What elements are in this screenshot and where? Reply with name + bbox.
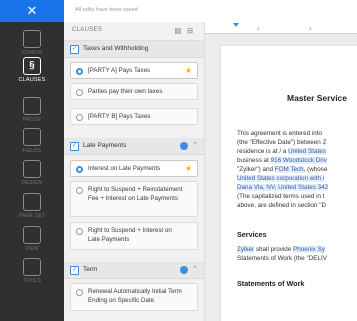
rail-item-label: CLAUSES [18,77,46,83]
gear-icon [23,30,41,48]
design-icon [23,160,41,178]
rail-item-label: VIEW [25,246,39,252]
panel-header: CLAUSES ▤ ⊟ [64,22,204,41]
panel-title: CLAUSES [72,27,103,33]
clause-option[interactable]: Interest on Late Payments ★ [70,160,198,177]
close-button[interactable]: ✕ [0,0,64,22]
rail-item-label: CONFIG [21,50,43,56]
doc-line: (The capitalized terms used in t [237,193,325,200]
save-status: All edits have been saved [75,7,138,13]
rail-item-label: TOOLS [23,278,41,284]
radio-button[interactable] [76,187,83,194]
ruler-tick: 1 [257,26,260,31]
section-checkbox[interactable]: ✓ [70,266,79,275]
section-name: Late Payments [83,142,127,149]
radio-button[interactable] [76,228,83,235]
clause-option[interactable]: [PARTY B] Pays Taxes [70,108,198,125]
clause-option[interactable]: Right to Suspend + Interest on Late Paym… [70,222,198,250]
clause-option[interactable]: Renewal Automatically Initial Term Endin… [70,283,198,311]
info-icon[interactable] [180,142,188,150]
rail-item-label: FIELDS [22,148,42,154]
chevron-up-icon[interactable]: ⌃ [192,265,198,273]
document-title: Master Service [287,93,348,103]
clause-option[interactable]: Right to Suspend + Reinstatement Fee + I… [70,181,198,217]
page-settings-icon [23,193,41,211]
clause-option-label: Interest on Late Payments [88,165,161,172]
section-checkbox[interactable]: ✓ [70,142,79,151]
chevron-up-icon[interactable]: ⌃ [192,141,198,149]
doc-line: business at 916 Woodstock Driv [237,157,327,164]
radio-button[interactable] [76,289,83,296]
left-nav-rail: ✕ CONFIG § CLAUSES PROSE FIELDS DESIGN P… [0,0,64,321]
section-late-payments[interactable]: ✓ Late Payments ⌃ [64,138,204,155]
star-icon[interactable]: ★ [185,66,192,75]
indent-marker[interactable] [233,23,239,27]
rail-item-label: PAGE SET [18,213,46,219]
radio-button[interactable] [76,89,83,96]
section-term[interactable]: ✓ Term ⌃ [64,262,204,279]
radio-button[interactable] [76,68,83,75]
clauses-panel: CLAUSES ▤ ⊟ ✓ Taxes and Withholding [PAR… [64,22,205,321]
doc-line: (the "Effective Date") between Z [237,139,327,146]
star-icon[interactable]: ★ [185,164,192,173]
prose-icon [23,97,41,115]
panel-tools-icons[interactable]: ▤ ⊟ [175,27,195,35]
section-name: Term [83,266,98,273]
ruler-tick: 2 [309,26,312,31]
rail-item-design[interactable]: DESIGN [0,160,64,186]
doc-line: "Zylker") and FOM Tech, (whose [237,166,328,173]
rail-item-label: PROSE [22,117,42,123]
clause-option-label: [PARTY B] Pays Taxes [88,113,151,120]
rail-item-label: DESIGN [21,180,43,186]
clause-option-label: Renewal Automatically Initial Term Endin… [88,288,182,304]
clauses-icon: § [23,57,41,75]
clause-option-label: Right to Suspend + Reinstatement Fee + I… [88,186,183,202]
section-checkbox[interactable]: ✓ [70,45,79,54]
clause-option-label: Right to Suspend + Interest on Late Paym… [88,227,172,243]
radio-button[interactable] [76,114,83,121]
section-heading: Services [237,230,267,239]
rail-item-fields[interactable]: FIELDS [0,128,64,154]
rail-item-clauses[interactable]: § CLAUSES [0,57,64,83]
clause-option[interactable]: [PARTY A] Pays Taxes ★ [70,62,198,79]
rail-item-prose[interactable]: PROSE [0,97,64,123]
rail-item-page-settings[interactable]: PAGE SET [0,193,64,219]
doc-line: United States corporation with i [237,175,325,182]
doc-line: residence is at / a United States [237,148,326,155]
tools-icon [23,258,41,276]
section-name: Taxes and Withholding [83,45,149,52]
radio-button[interactable] [76,166,83,173]
info-icon[interactable] [180,266,188,274]
doc-line: This agreement is entered into [237,130,323,137]
rail-item-config[interactable]: CONFIG [0,30,64,56]
rail-item-tools[interactable]: TOOLS [0,258,64,284]
section-heading: Statements of Work [237,279,305,288]
eye-icon [23,226,41,244]
doc-line: Statements of Work (the "DELIV [237,255,327,262]
ruler[interactable]: 1 2 [205,22,357,34]
doc-line: Zylker shall provide Phoenix Sy [237,246,325,253]
clause-option[interactable]: Parties pay their own taxes [70,83,198,100]
doc-line: above, are defined in section "D [237,202,327,209]
document-area[interactable]: 1 2 Master Service This agreement is ent… [205,22,357,321]
doc-line: Dana Vla, NV, United States 342 [237,184,329,191]
top-bar: All edits have been saved [64,0,357,23]
clause-option-label: [PARTY A] Pays Taxes [88,67,151,74]
rail-item-view[interactable]: VIEW [0,226,64,252]
fields-icon [23,128,41,146]
document-page[interactable]: Master Service This agreement is entered… [221,46,357,321]
section-taxes-withholding[interactable]: ✓ Taxes and Withholding [64,41,204,58]
clause-option-label: Parties pay their own taxes [88,88,163,95]
